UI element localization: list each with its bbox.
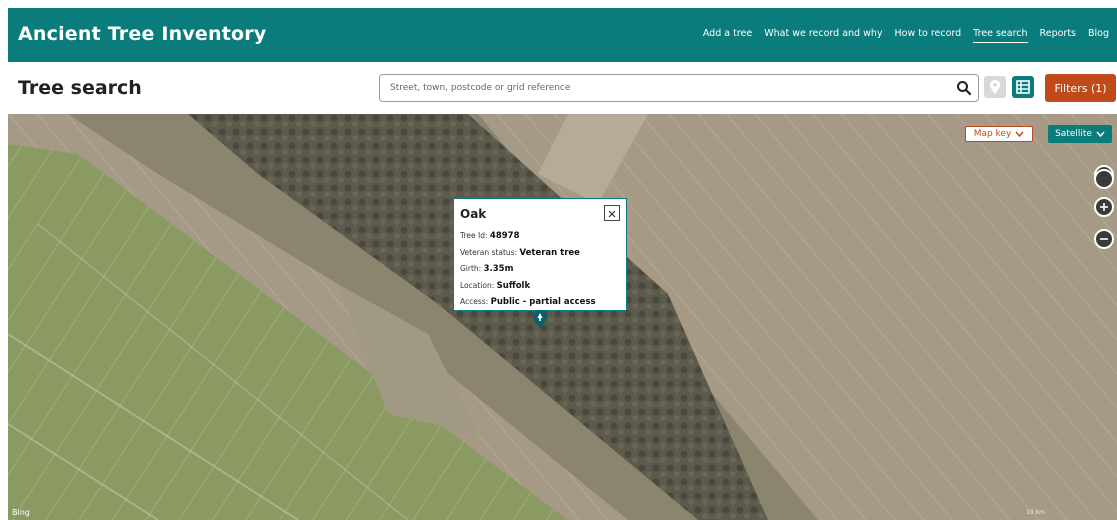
tree-marker-icon[interactable] xyxy=(533,310,547,328)
page-title: Tree search xyxy=(18,77,142,99)
search-toolbar: Tree search Filters (1) xyxy=(8,62,1117,114)
access-row: Access: Public - partial access xyxy=(460,294,620,311)
tree-id-value: 48978 xyxy=(489,231,520,241)
access-value: Public - partial access xyxy=(490,297,596,307)
chevron-down-icon xyxy=(1096,131,1105,137)
popup-title: Oak xyxy=(460,207,487,221)
nav-what-we-record[interactable]: What we record and why xyxy=(764,28,882,43)
veteran-status-label: Veteran status: xyxy=(460,247,518,257)
zoom-out-button[interactable] xyxy=(1094,229,1114,249)
girth-value: 3.35m xyxy=(483,264,514,274)
tree-id-row: Tree Id: 48978 xyxy=(460,228,620,245)
zoom-in-control[interactable] xyxy=(1094,197,1114,217)
map-key-label: Map key xyxy=(973,129,1012,139)
veteran-status-row: Veteran status: Veteran tree xyxy=(460,245,620,262)
nav-tree-search[interactable]: Tree search xyxy=(973,28,1028,43)
search-box xyxy=(379,74,979,102)
veteran-status-value: Veteran tree xyxy=(519,247,580,258)
chevron-down-icon xyxy=(1015,131,1024,137)
site-logo[interactable]: Ancient Tree Inventory xyxy=(18,23,266,45)
list-view-icon xyxy=(1016,80,1030,94)
map-view-button[interactable] xyxy=(984,76,1006,98)
bing-attribution: Bing xyxy=(12,508,30,517)
tree-info-popup: Oak Tree Id: 48978 Veteran status: Veter… xyxy=(453,198,627,311)
zoom-in-button[interactable] xyxy=(1094,169,1114,189)
tree-id-label: Tree Id: xyxy=(460,231,488,240)
filters-button[interactable]: Filters (1) xyxy=(1045,74,1116,102)
site-header: Ancient Tree Inventory Add a tree What w… xyxy=(8,8,1117,62)
close-button[interactable] xyxy=(604,205,620,221)
girth-label: Girth: xyxy=(460,264,482,273)
location-value: Suffolk xyxy=(496,280,531,291)
map-style-dropdown[interactable]: Satellite xyxy=(1048,125,1112,143)
list-view-button[interactable] xyxy=(1012,76,1034,98)
map-style-label: Satellite xyxy=(1055,129,1092,139)
nav-how-to-record[interactable]: How to record xyxy=(895,28,962,43)
zoom-out-icon xyxy=(1100,238,1108,240)
map-canvas[interactable]: Map key Satellite Oak Tree Id: 48978 Vet… xyxy=(8,114,1117,520)
satellite-map-image xyxy=(8,114,1117,520)
main-nav: Add a tree What we record and why How to… xyxy=(703,28,1109,43)
nav-reports[interactable]: Reports xyxy=(1040,28,1076,43)
location-row: Location: Suffolk xyxy=(460,278,620,295)
location-pin-icon xyxy=(990,80,1000,94)
nav-add-a-tree[interactable]: Add a tree xyxy=(703,28,752,43)
map-key-button[interactable]: Map key xyxy=(965,126,1033,142)
search-input[interactable] xyxy=(380,75,940,101)
search-icon[interactable] xyxy=(956,80,972,96)
close-icon xyxy=(608,210,616,218)
zoom-in-icon xyxy=(1100,203,1108,211)
map-scale: 10 km xyxy=(1026,509,1045,516)
location-label: Location: xyxy=(460,280,495,290)
girth-row: Girth: 3.35m xyxy=(460,261,620,278)
nav-blog[interactable]: Blog xyxy=(1088,28,1109,43)
access-label: Access: xyxy=(460,297,489,306)
